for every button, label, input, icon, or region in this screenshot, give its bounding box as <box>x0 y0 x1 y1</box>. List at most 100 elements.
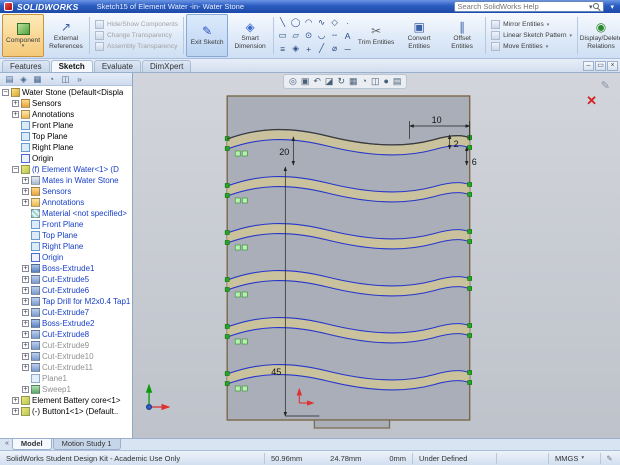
edit-sketch-status-icon[interactable]: ✎ <box>600 452 618 464</box>
tree-item[interactable]: + Annotations <box>0 109 132 120</box>
tree-item[interactable]: + (-) Button1<1> (Default.. <box>0 406 132 417</box>
point-tool-icon[interactable]: · <box>341 16 354 29</box>
displaymanager-tab-icon[interactable]: ◫ <box>59 74 72 85</box>
tree-item[interactable]: + Sweep1 <box>0 384 132 395</box>
expander-toggle[interactable]: + <box>22 199 29 206</box>
tree-item[interactable]: Front Plane <box>0 219 132 230</box>
restore-button[interactable]: ▭ <box>595 61 606 71</box>
expander-toggle[interactable]: + <box>22 353 29 360</box>
configurationmanager-tab-icon[interactable]: ▦ <box>31 74 44 85</box>
tree-item[interactable]: + Cut-Extrude9 <box>0 340 132 351</box>
tab-features[interactable]: Features <box>2 60 50 72</box>
tab-evaluate[interactable]: Evaluate <box>93 60 141 72</box>
trim-entities-button[interactable]: ✂ Trim Entities <box>355 14 397 57</box>
tree-item[interactable]: Material <not specified> <box>0 208 132 219</box>
tree-item[interactable]: + Cut-Extrude11 <box>0 362 132 373</box>
offset-entities-button[interactable]: ∥ Offset Entities <box>441 14 483 57</box>
expander-toggle[interactable]: + <box>22 188 29 195</box>
solidworks-logo-icon[interactable] <box>4 2 13 11</box>
apply-scene-icon[interactable]: ▤ <box>393 76 402 87</box>
expander-toggle[interactable]: + <box>22 287 29 294</box>
zoom-area-icon[interactable]: ▣ <box>301 76 310 87</box>
expander-toggle[interactable]: + <box>22 265 29 272</box>
tree-item[interactable]: + Cut-Extrude7 <box>0 307 132 318</box>
fillet-tool-icon[interactable]: ◡ <box>315 29 328 42</box>
expander-toggle[interactable]: + <box>12 100 19 107</box>
mirror-entities-button[interactable]: Mirror Entities ▾ <box>491 20 572 29</box>
resources-panel-toggle-icon[interactable]: ▾ <box>608 3 616 11</box>
section-view-icon[interactable]: ◪ <box>325 76 334 87</box>
diameter-tool-icon[interactable]: ⌀ <box>328 42 341 55</box>
tree-item[interactable]: + Cut-Extrude6 <box>0 285 132 296</box>
insert-component-button[interactable]: Component ▾ <box>2 14 44 57</box>
convert-entities-button[interactable]: ▣ Convert Entities <box>398 14 440 57</box>
dimxpertmanager-tab-icon[interactable]: ◔ <box>45 74 58 84</box>
panel-overflow-icon[interactable]: » <box>73 74 86 84</box>
tab-scroll-icon[interactable]: « <box>2 439 12 447</box>
viewport-canvas[interactable]: 10 2 20 6 45 <box>133 73 620 438</box>
expander-toggle[interactable]: + <box>22 177 29 184</box>
tab-sketch[interactable]: Sketch <box>50 60 93 72</box>
display-style-icon[interactable]: ◔ <box>362 76 367 87</box>
rectangle-tool-icon[interactable]: ▭ <box>276 29 289 42</box>
tree-item[interactable]: Plane1 <box>0 373 132 384</box>
rotate-view-icon[interactable]: ↻ <box>337 76 345 87</box>
expander-toggle[interactable]: − <box>2 89 9 96</box>
tab-dimxpert[interactable]: DimXpert <box>141 60 192 72</box>
part-bottom-tab[interactable] <box>313 419 391 429</box>
expander-toggle[interactable]: − <box>12 166 19 173</box>
sketch-dimension-tool-icon[interactable]: ◈ <box>289 42 302 55</box>
linear-sketch-pattern-button[interactable]: Linear Sketch Pattern ▾ <box>491 31 572 40</box>
tab-model[interactable]: Model <box>11 439 52 450</box>
spline-tool-icon[interactable]: ∿ <box>315 16 328 29</box>
move-entities-button[interactable]: Move Entities ▾ <box>491 42 572 51</box>
tree-item[interactable]: Origin <box>0 252 132 263</box>
expander-toggle[interactable]: + <box>12 111 19 118</box>
tree-item[interactable]: Front Plane <box>0 120 132 131</box>
smart-dimension-button[interactable]: ◈ Smart Dimension <box>229 14 271 57</box>
tree-item[interactable]: + Boss-Extrude1 <box>0 263 132 274</box>
tree-item[interactable]: Top Plane <box>0 230 132 241</box>
expander-toggle[interactable]: + <box>22 364 29 371</box>
expander-toggle[interactable]: + <box>22 342 29 349</box>
centerline-tool-icon[interactable]: ╌ <box>328 29 341 42</box>
edit-appearance-icon[interactable]: ● <box>383 76 388 87</box>
title-bar[interactable]: SOLIDWORKS Sketch15 of Element Water -in… <box>0 0 620 13</box>
tree-item[interactable]: Right Plane <box>0 241 132 252</box>
expander-toggle[interactable]: + <box>22 331 29 338</box>
line-tool-icon[interactable]: ╲ <box>276 16 289 29</box>
tree-item[interactable]: Origin <box>0 153 132 164</box>
search-input[interactable] <box>457 2 588 11</box>
unit-system-selector[interactable]: MMGS ▾ <box>548 452 600 464</box>
polygon-tool-icon[interactable]: ◇ <box>328 16 341 29</box>
tree-item[interactable]: + Annotations <box>0 197 132 208</box>
featuremanager-tab-icon[interactable]: ▤ <box>3 74 16 85</box>
segment-tool-icon[interactable]: ─ <box>341 42 354 55</box>
expander-toggle[interactable]: + <box>22 386 29 393</box>
tree-item[interactable]: + Cut-Extrude5 <box>0 274 132 285</box>
cancel-sketch-icon[interactable]: ✕ <box>586 94 597 107</box>
tree-item[interactable]: Right Plane <box>0 142 132 153</box>
tree-item[interactable]: + Cut-Extrude8 <box>0 329 132 340</box>
ellipse-tool-icon[interactable]: ⊙ <box>302 29 315 42</box>
circle-tool-icon[interactable]: ◯ <box>289 16 302 29</box>
expander-toggle[interactable]: + <box>22 309 29 316</box>
expander-toggle[interactable]: + <box>12 397 19 404</box>
tab-motion-study-1[interactable]: Motion Study 1 <box>52 439 121 450</box>
tree-item[interactable]: + Tap Drill for M2x0.4 Tap1 <box>0 296 132 307</box>
display-delete-relations-button[interactable]: ◉ Display/Delete Relations <box>580 14 620 57</box>
tree-item[interactable]: + Element Battery core<1> <box>0 395 132 406</box>
search-box[interactable]: ▾ <box>454 1 605 12</box>
tree-item[interactable]: Top Plane <box>0 131 132 142</box>
minimize-button[interactable]: – <box>583 61 594 71</box>
snap-point-tool-icon[interactable]: + <box>302 42 315 55</box>
tree-item[interactable]: − (f) Element Water<1> (D <box>0 164 132 175</box>
search-icon[interactable] <box>593 2 601 11</box>
view-orientation-icon[interactable]: ▦ <box>349 76 358 87</box>
close-button[interactable]: × <box>607 61 618 71</box>
tree-item[interactable]: + Cut-Extrude10 <box>0 351 132 362</box>
slot-tool-icon[interactable]: ▱ <box>289 29 302 42</box>
zoom-fit-icon[interactable]: ◎ <box>289 76 297 87</box>
expander-toggle[interactable]: + <box>22 298 29 305</box>
construction-geometry-tool-icon[interactable]: ≡ <box>276 42 289 55</box>
